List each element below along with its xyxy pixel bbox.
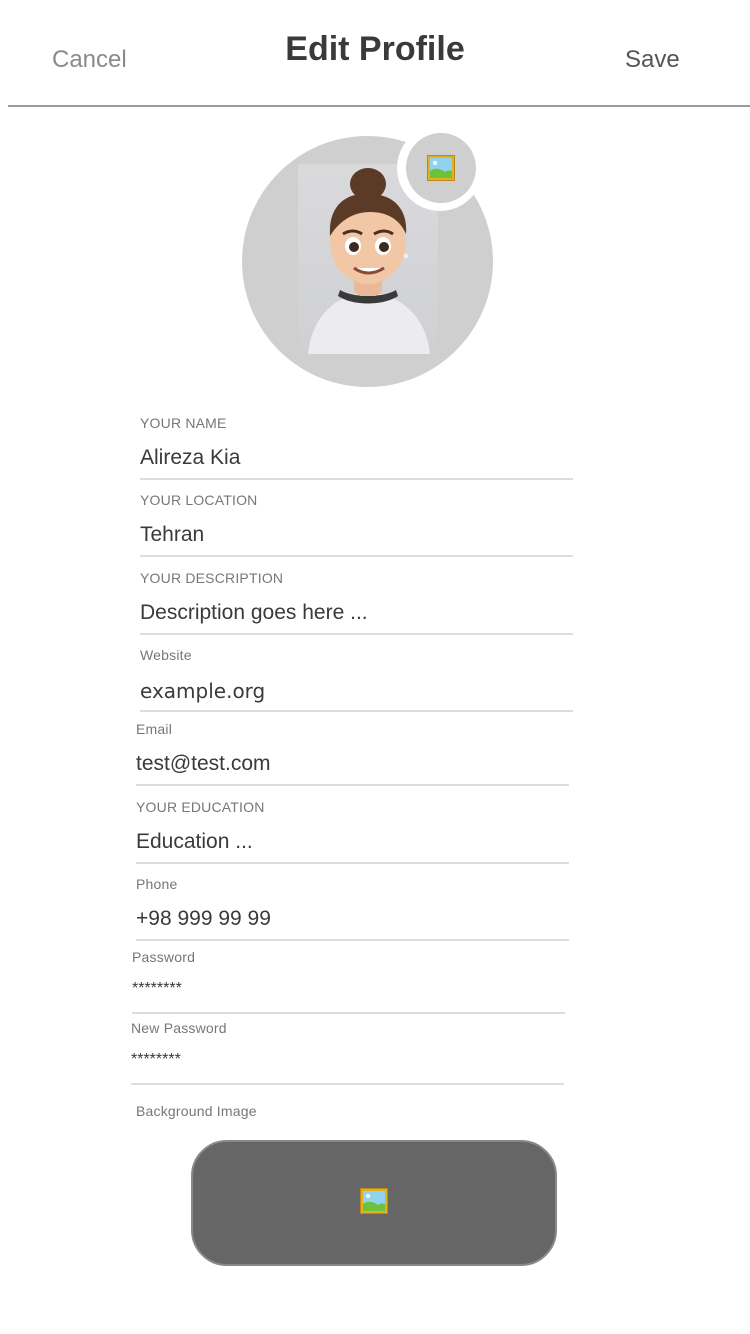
new-password-label: New Password	[131, 1020, 227, 1036]
image-icon	[360, 1188, 388, 1214]
name-underline	[140, 478, 573, 480]
password-input[interactable]: ********	[132, 980, 182, 998]
phone-label: Phone	[136, 876, 178, 892]
website-label: Website	[140, 647, 192, 663]
avatar-edit-badge[interactable]	[397, 125, 483, 211]
phone-input[interactable]: +98 999 99 99	[136, 907, 271, 931]
website-underline	[140, 710, 573, 712]
avatar-edit-badge-inner	[406, 133, 476, 203]
new-password-input[interactable]: ********	[131, 1051, 181, 1069]
name-input[interactable]: Alireza Kia	[140, 446, 240, 470]
name-label: YOUR NAME	[140, 415, 227, 431]
education-underline	[136, 862, 569, 864]
password-label: Password	[132, 949, 196, 965]
email-underline	[136, 784, 569, 786]
website-input[interactable]: example.org	[140, 679, 265, 703]
header-divider	[8, 105, 750, 107]
description-underline	[140, 633, 573, 635]
header: Cancel Edit Profile Save	[0, 0, 750, 107]
save-button[interactable]: Save	[625, 46, 680, 74]
email-label: Email	[136, 721, 173, 737]
background-image-button[interactable]	[191, 1140, 557, 1266]
education-input[interactable]: Education ...	[136, 830, 253, 854]
phone-underline	[136, 939, 569, 941]
location-underline	[140, 555, 573, 557]
password-underline	[132, 1012, 565, 1014]
email-input[interactable]: test@test.com	[136, 752, 271, 776]
location-input[interactable]: Tehran	[140, 523, 204, 547]
education-label: YOUR EDUCATION	[136, 799, 265, 815]
location-label: YOUR LOCATION	[140, 492, 258, 508]
description-input[interactable]: Description goes here ...	[140, 601, 368, 625]
description-label: YOUR DESCRIPTION	[140, 570, 284, 586]
background-image-label: Background Image	[136, 1103, 257, 1119]
image-icon	[427, 155, 455, 181]
new-password-underline	[131, 1083, 564, 1085]
